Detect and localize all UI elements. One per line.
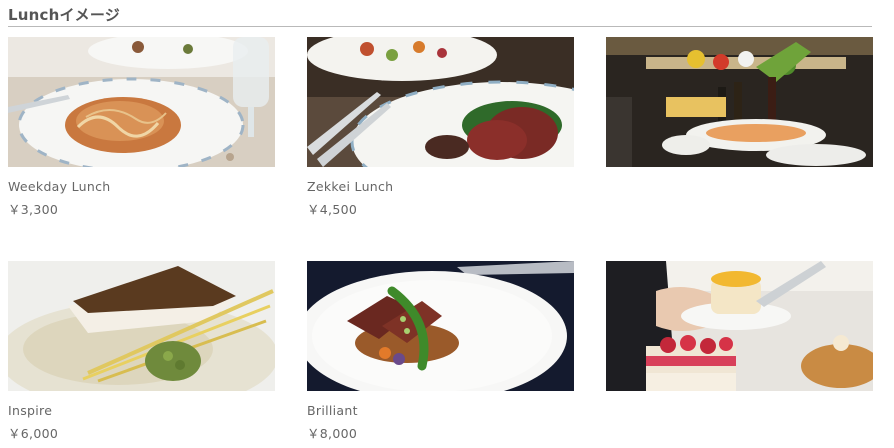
menu-name: Zekkei Lunch (307, 179, 394, 194)
menu-price: ￥3,300 (8, 202, 59, 217)
title-divider (8, 26, 872, 27)
menu-name: Brilliant (307, 403, 358, 418)
menu-card-dessert[interactable] (606, 261, 873, 403)
beef-dish-photo[interactable] (307, 261, 574, 391)
menu-card-weekday-lunch[interactable]: Weekday Lunch ￥3,300 (8, 37, 275, 218)
menu-price: ￥4,500 (307, 202, 358, 217)
menu-price: ￥6,000 (8, 426, 59, 441)
fish-dish-photo[interactable] (8, 261, 275, 391)
dessert-cake-photo[interactable] (606, 261, 873, 391)
menu-name: Inspire (8, 403, 53, 418)
menu-name: Weekday Lunch (8, 179, 111, 194)
menu-card-inspire[interactable]: Inspire ￥6,000 (8, 261, 275, 442)
pasta-dish-photo[interactable] (8, 37, 275, 167)
menu-price: ￥8,000 (307, 426, 358, 441)
roast-beef-photo[interactable] (307, 37, 574, 167)
menu-card-buffet[interactable] (606, 37, 873, 179)
section-title: Lunchイメージ (8, 6, 120, 24)
menu-card-brilliant[interactable]: Brilliant ￥8,000 (307, 261, 574, 442)
menu-card-zekkei-lunch[interactable]: Zekkei Lunch ￥4,500 (307, 37, 574, 218)
buffet-photo[interactable] (606, 37, 873, 167)
